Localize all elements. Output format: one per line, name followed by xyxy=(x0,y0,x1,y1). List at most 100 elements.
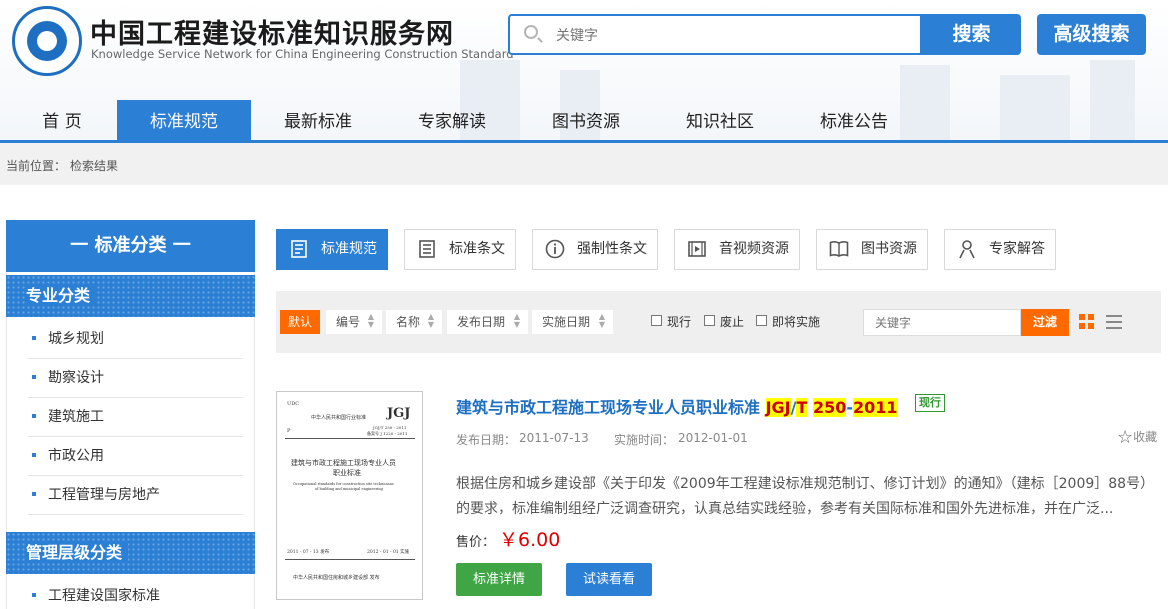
sort-label: 实施日期 xyxy=(542,315,591,329)
checkbox-current[interactable] xyxy=(651,315,662,326)
site-subtitle: Knowledge Service Network for China Engi… xyxy=(91,47,514,61)
sidebar-item-label: 市政公用 xyxy=(48,448,104,464)
standard-doc-icon xyxy=(291,240,307,258)
bullet-icon xyxy=(32,414,36,418)
sidebar-item-survey-design[interactable]: 勘察设计 xyxy=(28,359,243,398)
result-code-highlight: JGJ xyxy=(765,398,791,417)
cover-record-number: 备案号 J 1220 - 2011 xyxy=(367,431,408,436)
tab-standards[interactable]: 标准规范 xyxy=(276,229,388,270)
bullet-icon xyxy=(32,375,36,379)
result-title-link[interactable]: 建筑与市政工程施工现场专业人员职业标准 JGJ/T 250-2011 xyxy=(456,394,898,418)
tab-label: 音视频资源 xyxy=(719,241,789,257)
result-code-highlight: T xyxy=(796,398,808,417)
cover-rule xyxy=(285,559,415,560)
tab-label: 强制性条文 xyxy=(577,241,647,257)
grid-view-icon[interactable] xyxy=(1079,314,1095,330)
tab-label: 标准条文 xyxy=(449,241,505,257)
open-book-icon xyxy=(829,241,849,257)
sort-label: 名称 xyxy=(396,315,421,329)
search-icon xyxy=(524,25,538,39)
filter-keyword-input[interactable] xyxy=(863,309,1021,336)
sidebar-section-management-level[interactable]: 管理层级分类 xyxy=(6,532,255,574)
breadcrumb xyxy=(0,143,1168,185)
sidebar-section-specialty[interactable]: 专业分类 xyxy=(6,275,255,317)
sort-by-effective-date[interactable]: 实施日期 ▲ ▼ xyxy=(532,310,613,334)
nav-home[interactable]: 首 页 xyxy=(24,100,100,140)
sidebar-item-label: 建筑施工 xyxy=(48,409,104,425)
search-box[interactable] xyxy=(508,14,922,55)
trial-read-button[interactable]: 试读看看 xyxy=(566,563,652,596)
sidebar-item-municipal[interactable]: 市政公用 xyxy=(28,437,243,476)
nav-expert-interpretation[interactable]: 专家解读 xyxy=(404,100,500,140)
tab-book-resources[interactable]: 图书资源 xyxy=(816,229,928,270)
site-logo[interactable] xyxy=(12,6,82,76)
search-input[interactable] xyxy=(556,25,896,45)
bullet-icon xyxy=(32,453,36,457)
result-description-line2: 的要求，标准编制组经广泛调查研究，认真总结实践经验，参考有关国际标准和国外先进标… xyxy=(456,501,1114,517)
sidebar-section-title: 管理层级分类 xyxy=(26,543,129,562)
sidebar-item-urban-planning[interactable]: 城乡规划 xyxy=(28,320,243,359)
checkbox-label: 现行 xyxy=(667,315,692,329)
sort-by-publish-date[interactable]: 发布日期 ▲ ▼ xyxy=(447,310,528,334)
skyline-decoration xyxy=(1090,60,1135,140)
bullet-icon xyxy=(32,593,36,597)
page: 中国工程建设标准知识服务网 Knowledge Service Network … xyxy=(0,0,1168,609)
checkbox-label: 即将实施 xyxy=(772,315,821,329)
cover-effective-date: 2012 - 01 - 01 实施 xyxy=(367,550,410,555)
sort-default-button[interactable]: 默认 xyxy=(280,310,320,334)
standard-detail-button[interactable]: 标准详情 xyxy=(456,563,542,596)
cover-code-logo: JGJ xyxy=(387,406,411,421)
bullet-icon xyxy=(32,336,36,340)
cover-title-line2: 职业标准 xyxy=(333,469,361,477)
book-cover-thumbnail[interactable]: UDC 中华人民共和国行业标准 JGJ JGJ/T 250 - 2011 备案号… xyxy=(276,391,423,600)
price-label: 售价： xyxy=(456,535,496,550)
tab-label: 专家解答 xyxy=(989,241,1045,257)
advanced-search-button[interactable]: 高级搜索 xyxy=(1037,14,1146,55)
bullet-icon xyxy=(32,492,36,496)
cover-title-line1: 建筑与市政工程施工现场专业人员 xyxy=(291,459,396,467)
nav-book-resources[interactable]: 图书资源 xyxy=(538,100,634,140)
clause-list-icon xyxy=(419,240,435,258)
checkbox-abolished[interactable] xyxy=(704,315,715,326)
sidebar-item-construction[interactable]: 建筑施工 xyxy=(28,398,243,437)
search-button[interactable]: 搜索 xyxy=(922,14,1021,55)
site-title: 中国工程建设标准知识服务网 xyxy=(90,19,454,50)
sort-by-name[interactable]: 名称 ▲ ▼ xyxy=(386,310,442,334)
sort-arrows-icon: ▲ ▼ xyxy=(367,312,374,329)
nav-standards[interactable]: 标准规范 xyxy=(117,100,251,140)
list-view-icon[interactable] xyxy=(1106,314,1122,330)
sidebar-item-national-standard[interactable]: 工程建设国家标准 xyxy=(28,577,243,609)
tab-expert-answers[interactable]: 专家解答 xyxy=(944,229,1056,270)
cover-release-date: 2011 - 07 - 13 发布 xyxy=(287,550,330,555)
nav-knowledge-community[interactable]: 知识社区 xyxy=(672,100,768,140)
skyline-decoration xyxy=(1000,75,1070,140)
sidebar-item-label: 工程管理与房地产 xyxy=(48,487,160,503)
nav-standard-announcements[interactable]: 标准公告 xyxy=(806,100,902,140)
logo-emblem-center xyxy=(37,31,57,51)
tab-audio-video[interactable]: 音视频资源 xyxy=(674,229,800,270)
film-icon xyxy=(688,241,706,257)
filter-button[interactable]: 过滤 xyxy=(1021,309,1069,336)
tab-label: 标准规范 xyxy=(321,241,377,257)
info-circle-icon xyxy=(545,239,565,259)
sort-by-code[interactable]: 编号 ▲ ▼ xyxy=(326,310,382,334)
cover-letter: P xyxy=(287,428,291,434)
cover-english-line1: Occupational standards for construction … xyxy=(293,482,394,486)
sidebar-item-label: 城乡规划 xyxy=(48,331,104,347)
nav-latest-standards[interactable]: 最新标准 xyxy=(270,100,366,140)
sidebar-item-label: 工程建设国家标准 xyxy=(48,588,160,604)
breadcrumb-current[interactable]: 检索结果 xyxy=(70,157,118,174)
tab-mandatory-clauses[interactable]: 强制性条文 xyxy=(532,229,658,270)
tab-clauses[interactable]: 标准条文 xyxy=(404,229,516,270)
sidebar-heading: 一 标准分类 一 xyxy=(6,220,255,272)
breadcrumb-label: 当前位置： xyxy=(6,159,67,173)
favorite-button[interactable]: ☆收藏 xyxy=(1117,427,1157,448)
cover-code: JGJ/T 250 - 2011 xyxy=(373,425,407,430)
cover-rule xyxy=(285,438,415,439)
checkbox-upcoming[interactable] xyxy=(756,315,767,326)
status-badge: 现行 xyxy=(915,394,945,412)
checkbox-label: 废止 xyxy=(720,315,745,329)
sort-arrows-icon: ▲ ▼ xyxy=(513,312,520,329)
sort-label: 发布日期 xyxy=(457,315,506,329)
sidebar-item-management-realestate[interactable]: 工程管理与房地产 xyxy=(28,476,243,515)
